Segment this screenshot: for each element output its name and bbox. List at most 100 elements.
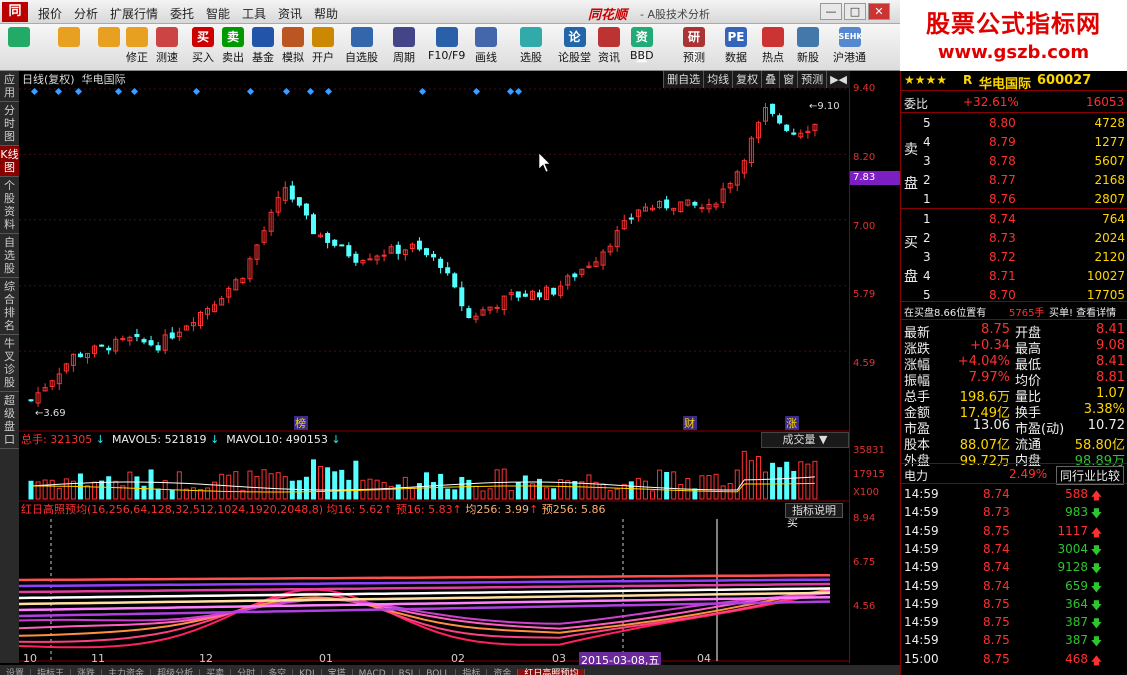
event-marker[interactable] xyxy=(246,87,255,96)
menu-item-order[interactable]: 委托 xyxy=(170,5,194,22)
volume-bar xyxy=(805,463,811,500)
pe-icon: PE xyxy=(725,27,747,47)
volume-bar xyxy=(113,480,119,500)
toolbar-sehk-button[interactable]: SEHK 沪港通 xyxy=(833,27,866,65)
left-tab-5[interactable]: 综合排名 xyxy=(0,278,19,335)
toolbar-cycle-button[interactable]: 周期 xyxy=(393,27,415,65)
volume-value: 321305 xyxy=(50,433,93,446)
minimize-button[interactable]: — xyxy=(820,3,842,20)
indicator-help-button[interactable]: 指标说明 xyxy=(785,503,843,518)
bottom-tab[interactable]: 分时 xyxy=(231,669,263,675)
toolbar-news-button[interactable]: 资讯 xyxy=(598,27,620,65)
volume-bar xyxy=(784,461,790,500)
left-tab-7[interactable]: 超级盘口 xyxy=(0,392,19,449)
bottom-tab[interactable]: 涨跌 xyxy=(71,669,103,675)
menu-item-help[interactable]: 帮助 xyxy=(314,5,338,22)
bottom-tab[interactable]: 资金 xyxy=(487,669,519,675)
toolbar-updown-button[interactable] xyxy=(98,27,120,49)
toolbar-lock-button[interactable]: 开户 xyxy=(312,27,334,65)
date-tick: 10 xyxy=(23,652,37,665)
left-tab-3[interactable]: 个股资料 xyxy=(0,177,19,234)
toolbar-sell-button[interactable]: 卖卖出 xyxy=(222,27,244,65)
bottom-tab[interactable]: 指标王 xyxy=(31,669,72,675)
maximize-button[interactable]: □ xyxy=(844,3,866,20)
event-marker[interactable] xyxy=(306,87,315,96)
bottom-tab[interactable]: MACD xyxy=(353,669,393,675)
sell-level[interactable]: 1 8.76 2807 xyxy=(901,190,1127,208)
left-tab-4[interactable]: 自选股 xyxy=(0,234,19,278)
stat-value: 9.08 xyxy=(1096,338,1125,353)
toolbar-new-button[interactable]: 新股 xyxy=(797,27,819,65)
toolbar-star-button[interactable]: 自选股 xyxy=(345,27,378,65)
toolbar-fix-button[interactable]: 修正 xyxy=(126,27,148,65)
toolbar-f10-button[interactable]: F10/F9 xyxy=(428,27,465,62)
volume-indicator-select[interactable]: 成交量 ▼ xyxy=(761,432,849,448)
event-marker[interactable] xyxy=(130,87,139,96)
close-button[interactable]: ✕ xyxy=(868,3,890,20)
app-logo[interactable]: 同 xyxy=(2,2,28,22)
toolbar-lun-button[interactable]: 论论股堂 xyxy=(558,27,591,65)
bottom-tab[interactable]: 设置 xyxy=(0,669,32,675)
bottom-tab[interactable]: 指标 xyxy=(456,669,488,675)
candle-body xyxy=(494,306,500,309)
menu-item-info[interactable]: 资讯 xyxy=(278,5,302,22)
sell-level[interactable]: 5 8.80 4728 xyxy=(901,114,1127,132)
menu-item-smart[interactable]: 智能 xyxy=(206,5,230,22)
toolbar-hammer-button[interactable]: 模拟 xyxy=(282,27,304,65)
buy-level[interactable]: 2 8.73 2024 xyxy=(901,229,1127,247)
toolbar-pen-button[interactable]: 画线 xyxy=(475,27,497,65)
left-tab-0[interactable]: 应用 xyxy=(0,71,19,102)
buy-level[interactable]: 3 8.72 2120 xyxy=(901,248,1127,266)
left-tab-1[interactable]: 分时图 xyxy=(0,102,19,146)
event-label: 涨 xyxy=(786,417,797,430)
toolbar-yan-button[interactable]: 研报 预测 xyxy=(683,27,705,65)
tick-price: 8.75 xyxy=(983,651,1010,666)
updown-icon xyxy=(98,27,120,47)
price-axis: 9.40 8.20 7.83 7.00 5.79 4.59 35831 1791… xyxy=(850,71,900,663)
toolbar-pe-button[interactable]: PE 数据 xyxy=(725,27,747,65)
bottom-tab[interactable]: KDJ xyxy=(293,669,322,675)
volume-bar xyxy=(487,488,493,500)
chart-area[interactable]: 日线(复权) 华电国际 删自选 均线 复权叠窗预测 ▶◀ ←3.69 ←9.10 榜财涨买… xyxy=(19,71,850,663)
bottom-tab[interactable]: 宝塔 xyxy=(322,669,353,675)
volume-bar xyxy=(49,479,55,500)
toolbar-grid-button[interactable] xyxy=(8,27,30,49)
toolbar-label: 热点 xyxy=(762,51,784,64)
toolbar-select-button[interactable]: 选股 xyxy=(520,27,542,65)
toolbar-buy-button[interactable]: 买买入 xyxy=(192,27,214,65)
sell-level[interactable]: 3 8.78 5607 xyxy=(901,152,1127,170)
toolbar-bbd-button[interactable]: 资金 BBD xyxy=(630,27,654,64)
event-marker[interactable] xyxy=(30,87,39,96)
menu-item-quote[interactable]: 报价 xyxy=(38,5,62,22)
volume-header: 总手: 321305 ↓ MAVOL5: 521819 ↓ MAVOL10: 4… xyxy=(21,433,341,446)
buy-level[interactable]: 4 8.71 10027 xyxy=(901,267,1127,285)
sell-level[interactable]: 2 8.77 2168 xyxy=(901,171,1127,189)
buy-level[interactable]: 1 8.74 764 xyxy=(901,210,1127,228)
bottom-tab[interactable]: 多空 xyxy=(262,669,294,675)
toolbar-clock-button[interactable]: 测速 xyxy=(156,27,178,65)
tick-row: 14:59 8.75 364 🡇 xyxy=(901,595,1127,613)
bottom-tab[interactable]: BOLL xyxy=(420,669,457,675)
menu-item-analysis[interactable]: 分析 xyxy=(74,5,98,22)
bottom-tab[interactable]: 超级分析 xyxy=(151,669,201,675)
toolbar-hot-button[interactable]: 热点 xyxy=(762,27,784,65)
bottom-tab[interactable]: 红日高照预均 xyxy=(518,669,586,675)
menu-item-extended[interactable]: 扩展行情 xyxy=(110,5,158,22)
volume-bar xyxy=(176,471,182,500)
menu-item-tools[interactable]: 工具 xyxy=(242,5,266,22)
event-marker[interactable] xyxy=(506,87,515,96)
bottom-tab[interactable]: 买卖 xyxy=(200,669,232,675)
bottom-tab[interactable]: RSI xyxy=(393,669,421,675)
toolbar-arrow-left-button[interactable] xyxy=(58,27,80,49)
sell-level[interactable]: 4 8.79 1277 xyxy=(901,133,1127,151)
left-tab-6[interactable]: 牛叉诊股 xyxy=(0,335,19,392)
level-num: 1 xyxy=(923,212,931,226)
bottom-tab[interactable]: 主力资金 xyxy=(102,669,152,675)
toolbar-fund-button[interactable]: 基金 xyxy=(252,27,274,65)
notice-link[interactable]: 买单! 查看详情 xyxy=(1049,304,1116,319)
tick-time: 14:59 xyxy=(904,560,939,575)
stat-value: +4.04% xyxy=(957,354,1010,369)
axis-label-1: 9.40 xyxy=(853,83,876,94)
kline-chart[interactable]: ←3.69←9.10榜财涨买 xyxy=(19,71,850,663)
left-tab-2[interactable]: K线图 xyxy=(0,146,19,177)
